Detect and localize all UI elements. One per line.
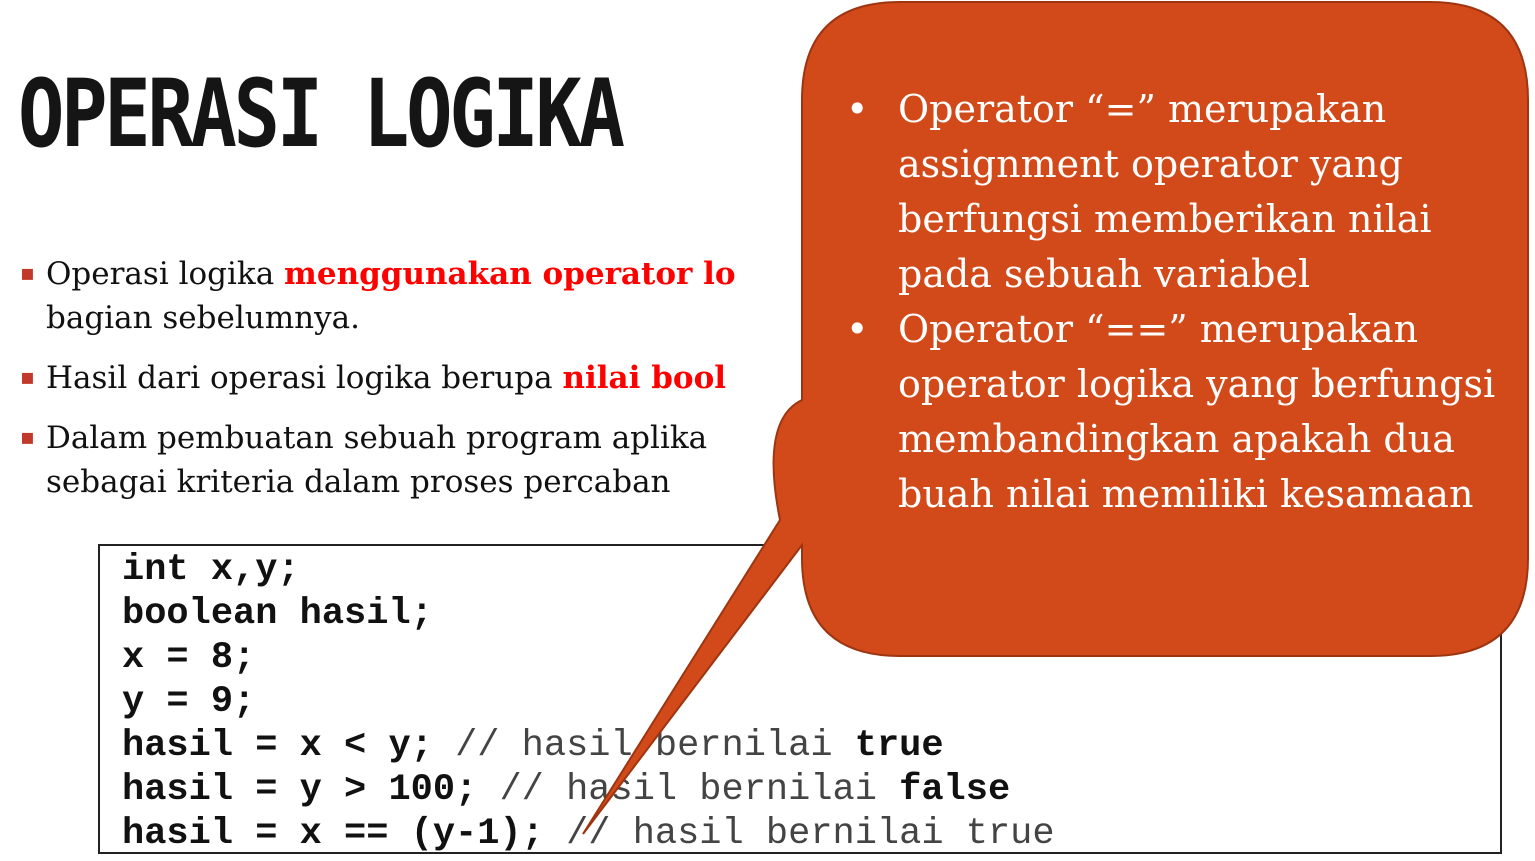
callout-item-text: Operator “=” merupakan assignment operat… [898,87,1432,296]
callout-item-text: Operator “==” merupakan operator logika … [898,307,1496,516]
callout-item: • Operator “==” merupakan operator logik… [838,302,1518,522]
callout-bullet: • [846,87,869,131]
callout-item: • Operator “=” merupakan assignment oper… [838,82,1518,302]
callout-bullet: • [846,307,869,351]
callout-text: • Operator “=” merupakan assignment oper… [838,82,1518,522]
